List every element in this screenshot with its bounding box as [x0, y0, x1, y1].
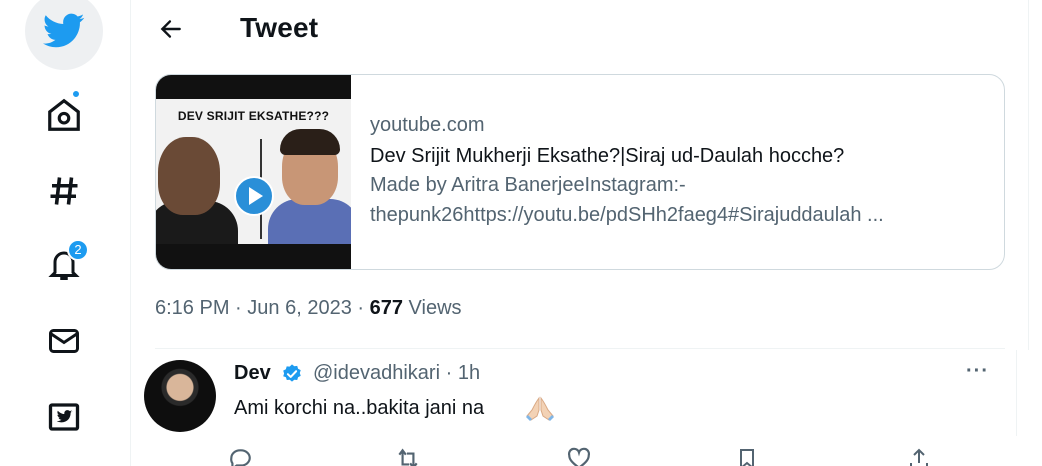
envelope-icon	[49, 329, 79, 353]
play-icon[interactable]	[234, 176, 274, 216]
reply-author-name[interactable]: Dev	[234, 362, 271, 385]
card-description-line1: Made by Aritra BanerjeeInstagram:-	[370, 174, 686, 196]
page-title: Tweet	[240, 12, 319, 43]
nav-explore[interactable]	[25, 152, 103, 230]
reply-separator: ·	[445, 362, 453, 384]
video-thumbnail[interactable]: DEV SRIJIT EKSATHE???	[156, 75, 351, 269]
thumbnail-image: DEV SRIJIT EKSATHE???	[156, 99, 351, 244]
meta-separator: ·	[357, 297, 365, 319]
folded-hands-icon	[526, 396, 554, 421]
bird-icon	[43, 13, 85, 48]
back-button[interactable]	[150, 8, 192, 50]
meta-separator: ·	[235, 297, 242, 319]
more-options-button[interactable]: ···	[966, 360, 989, 383]
home-icon	[48, 98, 80, 131]
like-icon[interactable]	[565, 446, 593, 466]
nav-notifications[interactable]: 2	[25, 226, 103, 304]
home-unread-dot	[71, 89, 81, 99]
bookmark-icon[interactable]	[735, 446, 759, 466]
tweet-time[interactable]: 6:16 PM	[155, 297, 229, 319]
nav-home[interactable]	[25, 76, 103, 154]
nav-messages[interactable]	[25, 302, 103, 380]
twitter-blue-icon	[48, 403, 80, 431]
thumbnail-person-right-hair	[280, 129, 340, 155]
retweet-icon[interactable]	[393, 446, 423, 466]
twitter-logo-button[interactable]	[25, 0, 103, 70]
reply-age[interactable]: 1h	[458, 362, 480, 384]
reply-text: Ami korchi na..bakita jani na	[234, 397, 485, 419]
thumbnail-person-right-body	[268, 199, 351, 244]
card-headline: Dev Srijit Mukherji Eksathe?|Siraj ud-Da…	[370, 145, 845, 167]
divider	[155, 348, 1005, 349]
tweet-date[interactable]: Jun 6, 2023	[247, 297, 352, 319]
verified-badge-icon	[283, 364, 301, 382]
avatar[interactable]	[144, 360, 216, 432]
share-icon[interactable]	[907, 446, 931, 466]
column-border-right	[1028, 0, 1029, 350]
card-text: youtube.com Dev Srijit Mukherji Eksathe?…	[370, 113, 995, 230]
reply-handle-line: @idevadhikari · 1h	[313, 362, 480, 385]
reply-icon[interactable]	[227, 446, 253, 466]
hashtag-icon	[50, 177, 78, 205]
nav-rail: 2	[0, 0, 130, 466]
views-label: Views	[408, 297, 462, 319]
thumbnail-person-left	[158, 137, 220, 215]
thumbnail-caption: DEV SRIJIT EKSATHE???	[177, 109, 330, 123]
arrow-left-icon	[160, 20, 181, 38]
reply-author-handle[interactable]: @idevadhikari	[313, 362, 440, 384]
views-count: 677	[369, 297, 403, 319]
reply-actions	[131, 436, 1017, 466]
nav-twitter-blue[interactable]	[25, 378, 103, 456]
tweet-meta: 6:16 PM · Jun 6, 2023 · 677 Views	[155, 297, 462, 320]
link-preview-card[interactable]: DEV SRIJIT EKSATHE??? youtube.com Dev Sr…	[155, 74, 1005, 270]
notifications-badge: 2	[67, 239, 89, 261]
card-domain: youtube.com	[370, 114, 485, 136]
card-description-line2: thepunk26https://youtu.be/pdSHh2faeg4#Si…	[370, 204, 884, 226]
